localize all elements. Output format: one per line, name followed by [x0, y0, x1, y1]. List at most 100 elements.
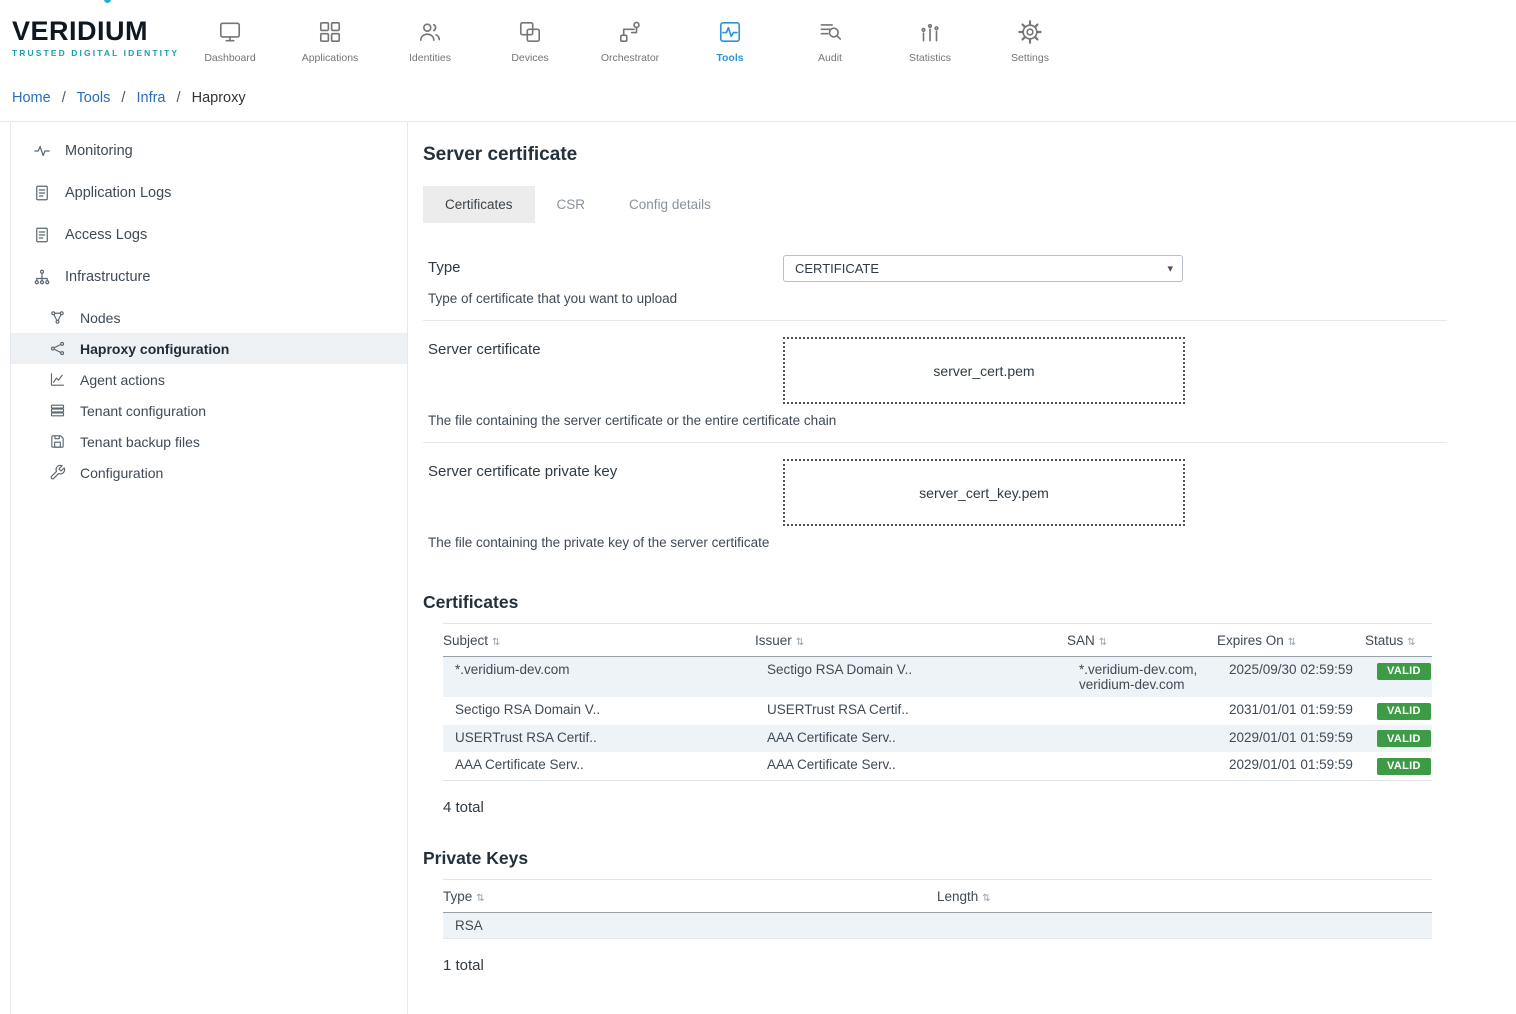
- brand-name: VERIDIUM: [12, 18, 184, 45]
- breadcrumb-current: Haproxy: [192, 90, 246, 106]
- tab-bar: Certificates CSR Config details: [423, 186, 1447, 223]
- nav-item-audit[interactable]: Audit: [792, 13, 868, 64]
- sidebar-item-label: Tenant backup files: [80, 434, 200, 450]
- column-header-length[interactable]: Length⇅: [937, 879, 1432, 912]
- column-header-subject[interactable]: Subject⇅: [443, 624, 755, 657]
- certificates-total: 4 total: [443, 799, 1447, 816]
- access-logs-icon: [33, 226, 51, 244]
- private-key-label: Server certificate private key: [428, 459, 783, 480]
- cell-status: VALID: [1365, 752, 1432, 780]
- sort-icon: ⇅: [476, 893, 484, 904]
- cell-subject: USERTrust RSA Certif..: [443, 725, 755, 753]
- brand-logo[interactable]: VERIDIUM TRUSTED DIGITAL IDENTITY: [12, 18, 184, 58]
- nav-label: Identities: [409, 52, 451, 64]
- column-header-san[interactable]: SAN ⇅: [1067, 624, 1217, 657]
- column-header-type[interactable]: Type ⇅: [443, 879, 937, 912]
- nav-item-tools[interactable]: Tools: [692, 13, 768, 64]
- status-badge: VALID: [1377, 703, 1431, 720]
- sidebar-item-haproxy-configuration[interactable]: Haproxy configuration: [11, 333, 407, 364]
- sidebar: Monitoring Application Logs Access Logs …: [10, 122, 408, 1014]
- column-label: Status: [1365, 633, 1403, 648]
- breadcrumb-home[interactable]: Home: [12, 90, 51, 106]
- cell-status: VALID: [1365, 725, 1432, 753]
- private-keys-total: 1 total: [443, 957, 1447, 974]
- cell-subject: *.veridium-dev.com: [443, 657, 755, 698]
- nav-label: Orchestrator: [601, 52, 659, 64]
- sidebar-item-agent-actions[interactable]: Agent actions: [11, 364, 407, 395]
- applications-icon: [317, 19, 343, 45]
- column-header-issuer[interactable]: Issuer⇅: [755, 624, 1067, 657]
- sidebar-infrastructure-children: Nodes Haproxy configuration Agent action…: [11, 302, 407, 488]
- top-header: VERIDIUM TRUSTED DIGITAL IDENTITY Dashbo…: [0, 0, 1516, 76]
- sidebar-item-label: Nodes: [80, 310, 120, 326]
- sidebar-item-tenant-configuration[interactable]: Tenant configuration: [11, 395, 407, 426]
- identities-icon: [417, 19, 443, 45]
- breadcrumb-infra[interactable]: Infra: [136, 90, 165, 106]
- breadcrumb-separator: /: [177, 90, 181, 106]
- sidebar-item-nodes[interactable]: Nodes: [11, 302, 407, 333]
- settings-icon: [1017, 19, 1043, 45]
- sort-icon: ⇅: [1099, 637, 1107, 648]
- haproxy-icon: [49, 340, 66, 357]
- nav-item-devices[interactable]: Devices: [492, 13, 568, 64]
- certificate-type-select[interactable]: CERTIFICATE ▾: [783, 255, 1183, 282]
- tab-csr[interactable]: CSR: [535, 186, 608, 223]
- sidebar-item-label: Agent actions: [80, 372, 165, 388]
- private-key-dropzone[interactable]: server_cert_key.pem: [783, 459, 1185, 526]
- sidebar-item-label: Configuration: [80, 465, 163, 481]
- breadcrumb-separator: /: [121, 90, 125, 106]
- sidebar-item-application-logs[interactable]: Application Logs: [11, 172, 407, 214]
- sidebar-item-label: Infrastructure: [65, 269, 150, 285]
- breadcrumb-tools[interactable]: Tools: [77, 90, 111, 106]
- infrastructure-icon: [33, 268, 51, 286]
- cell-expires-on: 2031/01/01 01:59:59: [1217, 697, 1365, 725]
- nav-item-statistics[interactable]: Statistics: [892, 13, 968, 64]
- nav-item-settings[interactable]: Settings: [992, 13, 1068, 64]
- nav-label: Audit: [818, 52, 842, 64]
- page-title: Server certificate: [423, 144, 1447, 166]
- nav-item-identities[interactable]: Identities: [392, 13, 468, 64]
- content: Monitoring Application Logs Access Logs …: [0, 121, 1516, 1014]
- cell-san: [1067, 752, 1217, 780]
- cell-expires-on: 2029/01/01 01:59:59: [1217, 725, 1365, 753]
- sidebar-item-tenant-backup-files[interactable]: Tenant backup files: [11, 426, 407, 457]
- sidebar-item-monitoring[interactable]: Monitoring: [11, 130, 407, 172]
- sidebar-item-configuration[interactable]: Configuration: [11, 457, 407, 488]
- certificates-table: Subject⇅ Issuer⇅ SAN ⇅ Expires On⇅ Status…: [443, 623, 1432, 781]
- sidebar-item-label: Haproxy configuration: [80, 341, 229, 357]
- server-certificate-hint: The file containing the server certifica…: [428, 413, 1447, 428]
- column-header-expires-on[interactable]: Expires On⇅: [1217, 624, 1365, 657]
- form-row-type: Type CERTIFICATE ▾ Type of certificate t…: [423, 239, 1447, 321]
- column-label: Type: [443, 889, 472, 904]
- tab-certificates[interactable]: Certificates: [423, 186, 535, 223]
- cell-issuer: AAA Certificate Serv..: [755, 725, 1067, 753]
- nav-item-applications[interactable]: Applications: [292, 13, 368, 64]
- nav-item-dashboard[interactable]: Dashboard: [192, 13, 268, 64]
- column-header-status[interactable]: Status⇅: [1365, 624, 1432, 657]
- cell-san: *.veridium-dev.com, veridium-dev.com: [1067, 657, 1217, 698]
- cell-subject: Sectigo RSA Domain V..: [443, 697, 755, 725]
- nav-label: Applications: [302, 52, 359, 64]
- private-key-filename: server_cert_key.pem: [919, 485, 1049, 501]
- column-label: SAN: [1067, 633, 1095, 648]
- column-label: Length: [937, 889, 978, 904]
- sidebar-item-infrastructure[interactable]: Infrastructure: [11, 256, 407, 298]
- brand-tagline: TRUSTED DIGITAL IDENTITY: [12, 48, 184, 58]
- server-certificate-dropzone[interactable]: server_cert.pem: [783, 337, 1185, 404]
- top-nav: Dashboard Applications Identities Device…: [192, 13, 1068, 64]
- sidebar-item-access-logs[interactable]: Access Logs: [11, 214, 407, 256]
- nav-item-orchestrator[interactable]: Orchestrator: [592, 13, 668, 64]
- type-label: Type: [428, 255, 783, 276]
- orchestrator-icon: [617, 19, 643, 45]
- status-badge: VALID: [1377, 663, 1431, 680]
- table-row: AAA Certificate Serv.. AAA Certificate S…: [443, 752, 1432, 780]
- sidebar-item-label: Tenant configuration: [80, 403, 206, 419]
- tools-icon: [717, 19, 743, 45]
- certificate-form: Type CERTIFICATE ▾ Type of certificate t…: [423, 239, 1447, 564]
- private-keys-section-title: Private Keys: [423, 848, 1447, 869]
- cell-san: [1067, 697, 1217, 725]
- tab-config-details[interactable]: Config details: [607, 186, 733, 223]
- status-badge: VALID: [1377, 758, 1431, 775]
- nodes-icon: [49, 309, 66, 326]
- cell-length: [937, 912, 1432, 938]
